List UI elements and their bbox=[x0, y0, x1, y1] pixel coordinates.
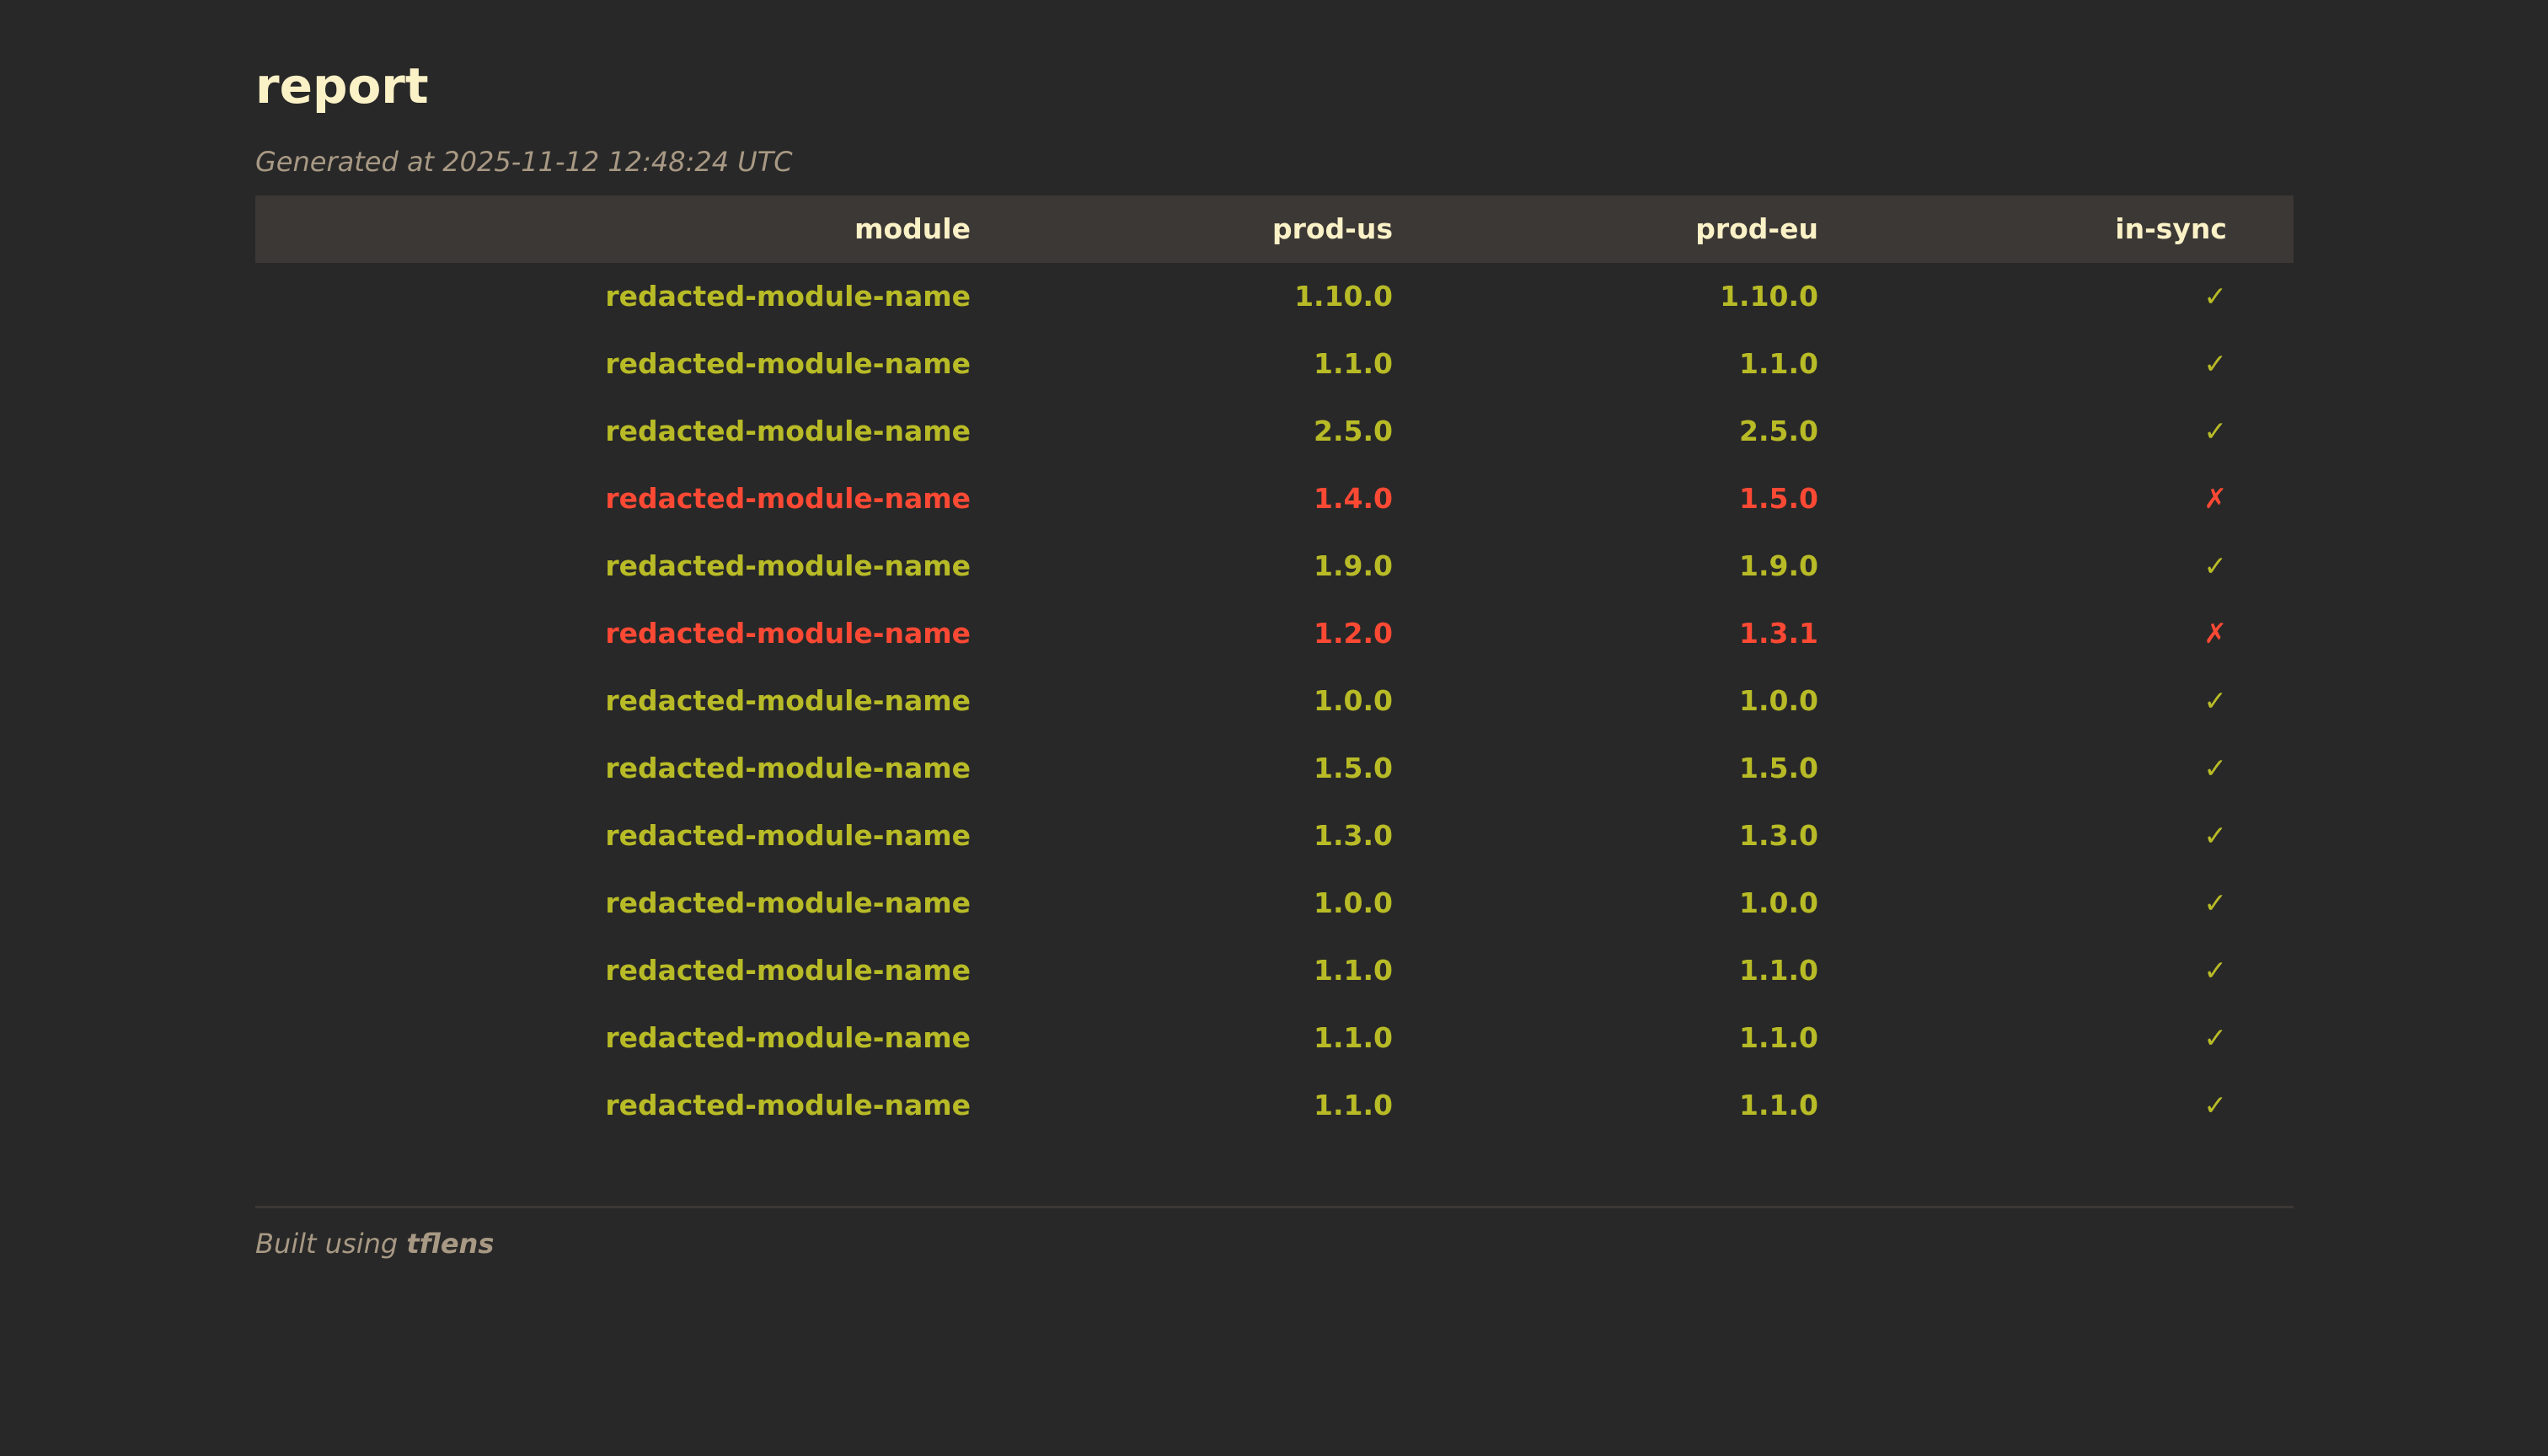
cell-module: redacted-module-name bbox=[605, 752, 971, 784]
cell-prod-us: 1.1.0 bbox=[1314, 1089, 1393, 1121]
cell-in-sync: ✓ bbox=[2203, 347, 2227, 380]
cell-in-sync: ✓ bbox=[2203, 752, 2227, 784]
cell-prod-eu: 1.1.0 bbox=[1739, 954, 1818, 987]
table-row: redacted-module-name 1.1.0 1.1.0 ✓ bbox=[255, 1004, 2294, 1072]
cell-in-sync: ✓ bbox=[2203, 819, 2227, 852]
cell-module: redacted-module-name bbox=[605, 954, 971, 987]
cell-module: redacted-module-name bbox=[605, 415, 971, 447]
footer: Built using tflens bbox=[255, 1225, 494, 1262]
cell-prod-eu: 1.3.1 bbox=[1739, 617, 1818, 650]
table-row: redacted-module-name 1.0.0 1.0.0 ✓ bbox=[255, 870, 2294, 937]
column-header-prod-eu: prod-eu bbox=[1695, 212, 1818, 245]
column-header-in-sync: in-sync bbox=[2115, 212, 2227, 245]
cell-prod-eu: 1.9.0 bbox=[1739, 549, 1818, 582]
cell-prod-eu: 1.5.0 bbox=[1739, 482, 1818, 515]
cell-prod-us: 1.2.0 bbox=[1314, 617, 1393, 650]
table-row: redacted-module-name 1.10.0 1.10.0 ✓ bbox=[255, 263, 2294, 330]
cell-in-sync: ✓ bbox=[2203, 1089, 2227, 1121]
table-row: redacted-module-name 1.2.0 1.3.1 ✗ bbox=[255, 600, 2294, 667]
cell-in-sync: ✓ bbox=[2203, 280, 2227, 313]
cell-module: redacted-module-name bbox=[605, 617, 971, 650]
cell-prod-eu: 1.5.0 bbox=[1739, 752, 1818, 784]
cell-module: redacted-module-name bbox=[605, 280, 971, 313]
cell-prod-eu: 1.3.0 bbox=[1739, 819, 1818, 852]
footer-divider bbox=[255, 1206, 2294, 1208]
cell-prod-eu: 2.5.0 bbox=[1739, 415, 1818, 447]
cell-module: redacted-module-name bbox=[605, 819, 971, 852]
cell-prod-eu: 1.0.0 bbox=[1739, 886, 1818, 919]
cell-module: redacted-module-name bbox=[605, 482, 971, 515]
page-title: report bbox=[255, 57, 429, 115]
cell-in-sync: ✓ bbox=[2203, 415, 2227, 447]
cell-prod-us: 1.3.0 bbox=[1314, 819, 1393, 852]
cell-prod-us: 1.4.0 bbox=[1314, 482, 1393, 515]
footer-tool-name: tflens bbox=[406, 1228, 495, 1260]
cell-prod-eu: 1.0.0 bbox=[1739, 684, 1818, 717]
cell-prod-us: 1.1.0 bbox=[1314, 1021, 1393, 1054]
cell-prod-us: 1.5.0 bbox=[1314, 752, 1393, 784]
cell-prod-us: 1.1.0 bbox=[1314, 347, 1393, 380]
cell-module: redacted-module-name bbox=[605, 347, 971, 380]
table-row: redacted-module-name 1.1.0 1.1.0 ✓ bbox=[255, 1072, 2294, 1139]
cell-prod-eu: 1.1.0 bbox=[1739, 1089, 1818, 1121]
cell-prod-eu: 1.10.0 bbox=[1720, 280, 1818, 313]
cell-in-sync: ✓ bbox=[2203, 549, 2227, 582]
cell-in-sync: ✓ bbox=[2203, 1021, 2227, 1054]
table-row: redacted-module-name 1.3.0 1.3.0 ✓ bbox=[255, 802, 2294, 870]
cell-prod-us: 1.0.0 bbox=[1314, 886, 1393, 919]
table-row: redacted-module-name 1.1.0 1.1.0 ✓ bbox=[255, 330, 2294, 398]
cell-prod-eu: 1.1.0 bbox=[1739, 1021, 1818, 1054]
cell-module: redacted-module-name bbox=[605, 1021, 971, 1054]
cell-module: redacted-module-name bbox=[605, 1089, 971, 1121]
cell-prod-us: 2.5.0 bbox=[1314, 415, 1393, 447]
cell-in-sync: ✗ bbox=[2203, 482, 2227, 515]
cell-module: redacted-module-name bbox=[605, 684, 971, 717]
cell-in-sync: ✓ bbox=[2203, 954, 2227, 987]
cell-in-sync: ✓ bbox=[2203, 684, 2227, 717]
table-body: redacted-module-name 1.10.0 1.10.0 ✓ redacte… bbox=[255, 263, 2294, 1139]
table-row: redacted-module-name 1.9.0 1.9.0 ✓ bbox=[255, 533, 2294, 600]
table-row: redacted-module-name 1.0.0 1.0.0 ✓ bbox=[255, 667, 2294, 735]
table-row: redacted-module-name 1.1.0 1.1.0 ✓ bbox=[255, 937, 2294, 1004]
cell-module: redacted-module-name bbox=[605, 886, 971, 919]
column-header-prod-us: prod-us bbox=[1271, 212, 1393, 245]
module-version-table: module prod-us prod-eu in-sync redacted-… bbox=[255, 195, 2294, 1139]
table-header: module prod-us prod-eu in-sync bbox=[255, 195, 2294, 263]
cell-prod-us: 1.10.0 bbox=[1294, 280, 1393, 313]
table-row: redacted-module-name 1.5.0 1.5.0 ✓ bbox=[255, 735, 2294, 802]
cell-module: redacted-module-name bbox=[605, 549, 971, 582]
cell-prod-us: 1.1.0 bbox=[1314, 954, 1393, 987]
table-row: redacted-module-name 1.4.0 1.5.0 ✗ bbox=[255, 465, 2294, 533]
cell-prod-us: 1.9.0 bbox=[1314, 549, 1393, 582]
footer-prefix: Built using bbox=[255, 1228, 399, 1260]
cell-prod-us: 1.0.0 bbox=[1314, 684, 1393, 717]
cell-in-sync: ✗ bbox=[2203, 617, 2227, 650]
column-header-module: module bbox=[854, 212, 971, 245]
cell-in-sync: ✓ bbox=[2203, 886, 2227, 919]
generated-timestamp: Generated at 2025-11-12 12:48:24 UTC bbox=[255, 146, 793, 178]
header-row: module prod-us prod-eu in-sync bbox=[255, 195, 2294, 263]
table-row: redacted-module-name 2.5.0 2.5.0 ✓ bbox=[255, 398, 2294, 465]
cell-prod-eu: 1.1.0 bbox=[1739, 347, 1818, 380]
